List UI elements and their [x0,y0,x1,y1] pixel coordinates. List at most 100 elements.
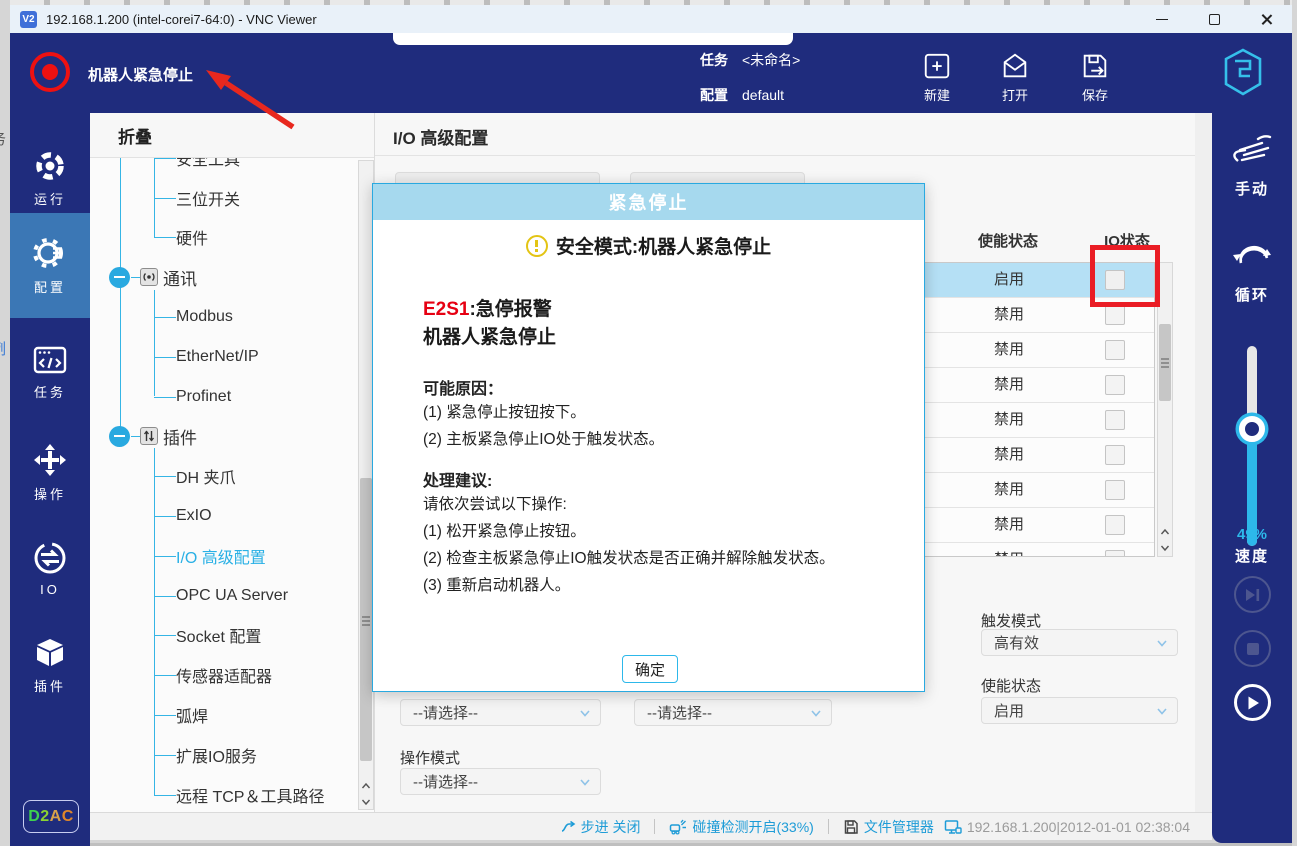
enable-state-cell: 禁用 [949,333,1069,367]
stop-button[interactable] [1234,630,1271,667]
enable-state-label: 使能状态 [981,675,1041,696]
collapse-node-icon[interactable] [109,267,130,288]
connection-status: 192.168.1.200|2012-01-01 02:38:04 [944,819,1190,835]
dialog-heading-text: 安全模式:机器人紧急停止 [556,232,771,259]
collapse-node-icon[interactable] [109,426,130,447]
io-state-checkbox[interactable] [1105,515,1125,535]
select-placeholder-2[interactable]: --请选择-- [634,699,832,726]
io-state-checkbox[interactable] [1105,340,1125,360]
error-code: E2S1 [423,299,469,320]
suggestions-list: (1) 松开紧急停止按钮。(2) 检查主板紧急停止IO触发状态是否正确并解除触发… [423,518,893,599]
scroll-down-icon[interactable] [360,795,372,807]
tree-items: 安全工具 三位开关 [90,158,356,810]
play-button[interactable] [1234,684,1271,721]
suggestion-item: (2) 检查主板紧急停止IO触发状态是否正确并解除触发状态。 [423,545,893,572]
dialog-heading: 安全模式:机器人紧急停止 [373,232,924,259]
status-bar: 步进 关闭 碰撞检测开启(33%) 文件管理器 [90,812,1212,840]
io-state-checkbox[interactable] [1105,480,1125,500]
save-icon [1080,51,1110,81]
tree-item[interactable]: 插件 [90,417,356,457]
step-mode-status[interactable]: 步进 关闭 [560,817,641,837]
tree-item[interactable]: 安全工具 [90,158,356,178]
tree-item[interactable]: Modbus [90,297,356,337]
vnc-toolbar-tab[interactable] [393,33,793,45]
tree-item[interactable]: Socket 配置 [90,616,356,656]
causes-title: 可能原因： [423,375,893,399]
divider [375,155,1195,156]
speed-slider[interactable] [1247,346,1257,546]
tree-item[interactable]: 硬件 [90,218,356,258]
open-task-label: 打开 [983,85,1047,104]
tree-item[interactable]: 三位开关 [90,178,356,218]
trigger-mode-value: 高有效 [994,632,1039,653]
tree-node-icon [140,427,158,445]
new-task-button[interactable]: 新建 [905,51,969,104]
tree-item[interactable]: DH 夹爪 [90,456,356,496]
nav-item-label: 任务 [34,382,66,401]
collision-detection-status[interactable]: 碰撞检测开启(33%) [669,817,813,837]
chevron-down-icon [1155,636,1169,654]
nav-item-task[interactable]: 任务 [10,325,90,421]
maximize-icon [1209,14,1220,25]
nav-item-config[interactable]: 配置 [10,213,90,318]
close-button[interactable] [1240,5,1292,33]
tree-item[interactable]: 传感器适配器 [90,655,356,695]
io-state-checkbox[interactable] [1105,375,1125,395]
tree-item[interactable]: 扩展IO服务 [90,735,356,775]
io-state-checkbox[interactable] [1105,445,1125,465]
manual-mode-button[interactable]: 手动 [1212,129,1292,199]
io-state-checkbox[interactable] [1105,410,1125,430]
config-icon [33,236,67,270]
tree-item[interactable]: OPC UA Server [90,576,356,616]
tree-item-label: OPC UA Server [176,587,288,605]
config-field: 配置default [700,85,784,105]
trigger-mode-select[interactable]: 高有效 [981,629,1178,656]
io-state-checkbox[interactable] [1105,550,1125,557]
nav-item-operate[interactable]: 操作 [10,425,90,521]
loop-mode-label: 循环 [1212,284,1292,305]
enable-state-value: 启用 [994,700,1024,721]
scroll-up-icon[interactable] [1159,525,1171,537]
file-manager-button[interactable]: 文件管理器 [843,817,934,837]
desktop-edge-right [1292,0,1297,846]
speed-slider-thumb[interactable] [1239,416,1265,442]
tree-item[interactable]: ExIO [90,496,356,536]
operation-mode-select[interactable]: --请选择-- [400,768,601,795]
nav-item-io[interactable]: IO [10,521,90,617]
scroll-up-icon[interactable] [360,779,372,791]
nav-item-plugin[interactable]: 插件 [10,618,90,714]
select-placeholder-1[interactable]: --请选择-- [400,699,601,726]
scroll-down-icon[interactable] [1159,541,1171,553]
suggestion-item: (1) 松开紧急停止按钮。 [423,518,893,545]
tree-item[interactable]: I/O 高级配置 [90,536,356,576]
save-task-button[interactable]: 保存 [1063,51,1127,104]
ok-button[interactable]: 确定 [622,655,678,683]
step-forward-button[interactable] [1234,576,1271,613]
tree-item[interactable]: 远程 TCP＆工具路径 [90,775,356,810]
enable-state-cell: 禁用 [949,543,1069,557]
minimize-button[interactable] [1136,5,1188,33]
config-value: default [742,87,784,103]
table-scrollbar-thumb[interactable] [1159,324,1171,401]
suggest-intro: 请依次尝试以下操作: [423,491,893,518]
tree-item[interactable]: 通讯 [90,257,356,297]
operation-mode-value: --请选择-- [413,771,478,792]
enable-state-cell: 禁用 [949,298,1069,332]
tree-item[interactable]: 弧焊 [90,695,356,735]
tree-scrollbar-thumb[interactable] [360,478,372,761]
tree-item-label: Profinet [176,388,231,406]
cause-item: (1) 紧急停止按钮按下。 [423,399,893,426]
tree-item[interactable]: Profinet [90,377,356,417]
collapse-tree-button[interactable]: 折叠 [90,113,374,158]
open-task-button[interactable]: 打开 [983,51,1047,104]
tree-item[interactable]: EtherNet/IP [90,337,356,377]
d2ac-badge[interactable]: D2AC [23,800,79,833]
close-icon [1260,13,1273,26]
nav-item-label: 操作 [34,484,66,503]
minimize-icon [1156,19,1168,20]
io-state-checkbox[interactable] [1105,305,1125,325]
loop-mode-button[interactable]: 循环 [1212,235,1292,305]
enable-state-select[interactable]: 启用 [981,697,1178,724]
tree-item-label: 远程 TCP＆工具路径 [176,783,324,807]
maximize-button[interactable] [1188,5,1240,33]
